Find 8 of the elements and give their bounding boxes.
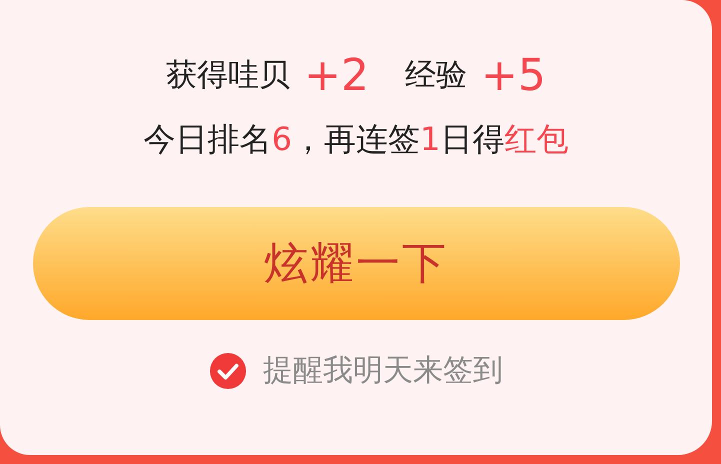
- share-button[interactable]: 炫耀一下: [32, 207, 680, 320]
- rank-message: 今日排名 6，再连签1 日得红包: [144, 119, 568, 160]
- reward-label: 获得哇贝: [166, 56, 290, 95]
- reward-label: 经验: [405, 56, 467, 95]
- checkbox[interactable]: [209, 352, 247, 390]
- reward-value: +2: [304, 50, 369, 100]
- reward-value: +5: [481, 50, 546, 100]
- reminder-label: 提醒我明天来签到: [263, 352, 503, 390]
